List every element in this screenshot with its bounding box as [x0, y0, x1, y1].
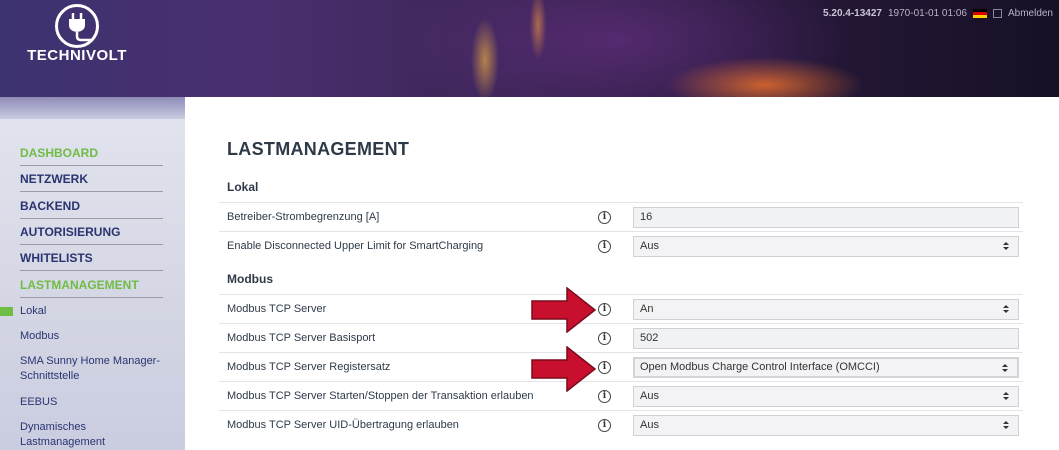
- setting-row: Enable Disconnected Upper Limit for Smar…: [219, 231, 1023, 261]
- setting-label: Betreiber-Strombegrenzung [A]: [227, 211, 380, 223]
- nav-whitelists[interactable]: WHITELISTS: [20, 245, 163, 271]
- subnav-modbus[interactable]: Modbus: [20, 329, 59, 344]
- logout-link[interactable]: Abmelden: [1008, 8, 1053, 19]
- nav-netzwerk[interactable]: NETZWERK: [20, 166, 163, 192]
- select-caret-icon: [1003, 242, 1009, 251]
- page-title: LASTMANAGEMENT: [227, 139, 410, 159]
- setting-label: Modbus TCP Server Registersatz: [227, 361, 391, 373]
- info-icon[interactable]: i: [598, 390, 611, 403]
- info-icon[interactable]: i: [598, 419, 611, 432]
- setting-label: Enable Disconnected Upper Limit for Smar…: [227, 240, 484, 252]
- setting-label: Modbus TCP Server Starten/Stoppen der Tr…: [227, 390, 534, 402]
- active-marker: [0, 307, 13, 316]
- select-caret-icon: [1003, 305, 1009, 314]
- datetime: 1970-01-01 01:06: [888, 8, 967, 19]
- info-icon[interactable]: i: [598, 303, 611, 316]
- subnav-sma-sunny-home-manager[interactable]: SMA Sunny Home Manager-Schnittstelle: [20, 354, 170, 384]
- setting-row: Modbus TCP Server Registersatz i Open Mo…: [219, 352, 1023, 382]
- nav-backend[interactable]: BACKEND: [20, 193, 163, 219]
- firmware-version: 5.20.4-13427: [823, 8, 882, 19]
- annotation-arrow-icon: [531, 287, 597, 333]
- info-icon[interactable]: i: [598, 361, 611, 374]
- nav-dashboard[interactable]: DASHBOARD: [20, 140, 163, 166]
- setting-row: Modbus TCP Server i An: [219, 294, 1023, 324]
- section-title-modbus: Modbus: [227, 272, 273, 286]
- modbus-start-stop-select[interactable]: Aus: [633, 386, 1019, 407]
- select-caret-icon: [1002, 364, 1008, 373]
- modbus-uid-transfer-select[interactable]: Aus: [633, 415, 1019, 436]
- subnav-lokal[interactable]: Lokal: [20, 304, 46, 319]
- select-value: Aus: [640, 240, 659, 252]
- select-value: Open Modbus Charge Control Interface (OM…: [640, 361, 880, 373]
- annotation-arrow-icon: [531, 346, 597, 392]
- select-caret-icon: [1003, 392, 1009, 401]
- section-title-lokal: Lokal: [227, 180, 259, 194]
- german-flag-icon[interactable]: [972, 9, 987, 18]
- select-value: Aus: [640, 419, 659, 431]
- header-banner: TECHNIVOLT 5.20.4-13427 1970-01-01 01:06…: [0, 0, 1059, 97]
- info-icon[interactable]: i: [598, 240, 611, 253]
- logout-icon[interactable]: [992, 9, 1002, 18]
- select-value: An: [640, 303, 654, 315]
- operator-current-limit-input[interactable]: 16: [633, 207, 1019, 228]
- top-bar: 5.20.4-13427 1970-01-01 01:06 Abmelden: [823, 8, 1053, 19]
- setting-row: Modbus TCP Server UID-Übertragung erlaub…: [219, 410, 1023, 440]
- modbus-base-port-input[interactable]: 502: [633, 328, 1019, 349]
- select-caret-icon: [1003, 421, 1009, 430]
- nav-autorisierung[interactable]: AUTORISIERUNG: [20, 219, 163, 245]
- setting-label: Modbus TCP Server: [227, 303, 327, 315]
- logo-text: TECHNIVOLT: [27, 47, 127, 64]
- setting-label: Modbus TCP Server UID-Übertragung erlaub…: [227, 419, 459, 431]
- technivolt-logo[interactable]: TECHNIVOLT: [16, 4, 138, 66]
- select-value: Aus: [640, 390, 659, 402]
- plug-icon: [55, 4, 99, 48]
- setting-row: Modbus TCP Server Basisport i 502: [219, 323, 1023, 353]
- disconnected-upper-limit-select[interactable]: Aus: [633, 236, 1019, 257]
- nav-lastmanagement[interactable]: LASTMANAGEMENT: [20, 272, 163, 298]
- modbus-tcp-server-select[interactable]: An: [633, 299, 1019, 320]
- setting-row: Betreiber-Strombegrenzung [A] i 16: [219, 202, 1023, 232]
- info-icon[interactable]: i: [598, 332, 611, 345]
- setting-label: Modbus TCP Server Basisport: [227, 332, 376, 344]
- setting-row: Modbus TCP Server Starten/Stoppen der Tr…: [219, 381, 1023, 411]
- info-icon[interactable]: i: [598, 211, 611, 224]
- sidebar: DASHBOARD NETZWERK BACKEND AUTORISIERUNG…: [0, 97, 185, 450]
- subnav-eebus[interactable]: EEBUS: [20, 395, 57, 410]
- modbus-register-set-select[interactable]: Open Modbus Charge Control Interface (OM…: [633, 357, 1019, 378]
- main-content: LASTMANAGEMENT Lokal Betreiber-Strombegr…: [185, 97, 1059, 450]
- subnav-dynamisches-lastmanagement[interactable]: Dynamisches Lastmanagement: [20, 420, 120, 450]
